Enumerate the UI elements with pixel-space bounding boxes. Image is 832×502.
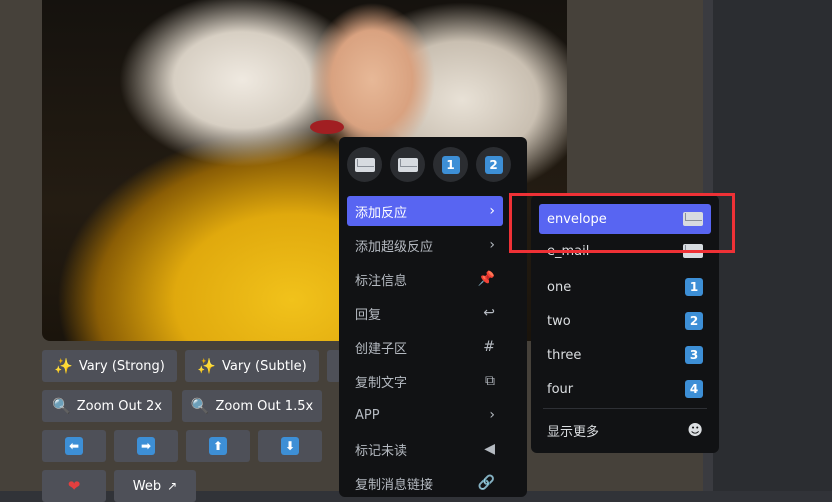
menu-copy-text[interactable]: 复制文字 ⧉ xyxy=(347,366,503,396)
menu-add-super-reaction[interactable]: 添加超级反应 › xyxy=(347,230,503,260)
keycap-two-icon: 2 xyxy=(484,155,503,174)
copy-icon: ⧉ xyxy=(485,373,495,389)
heart-icon: ❤ xyxy=(67,476,81,495)
pan-left-button[interactable]: ⬅ xyxy=(42,430,106,462)
menu-create-thread[interactable]: 创建子区 # xyxy=(347,332,503,362)
arrow-up-icon: ⬆ xyxy=(209,437,227,455)
menu-reply[interactable]: 回复 ↩ xyxy=(347,298,503,328)
vary-strong-button[interactable]: ✨ Vary (Strong) xyxy=(42,350,177,382)
message-context-menu: 1 2 添加反应 › 添加超级反应 › 标注信息 📌 回复 ↩ 创建子区 # 复… xyxy=(339,137,527,497)
pin-icon: 📌 xyxy=(477,271,495,287)
reaction-option-three[interactable]: three 3 xyxy=(539,340,711,370)
keycap-four-icon: 4 xyxy=(685,380,703,398)
sparkles-icon: ✨ xyxy=(197,356,217,375)
show-more-reactions[interactable]: 显示更多 ☻ xyxy=(539,415,711,445)
quick-reaction-one[interactable]: 1 xyxy=(433,147,468,182)
external-link-icon: ↗ xyxy=(167,479,178,493)
magnifier-icon: 🔍 xyxy=(190,396,210,415)
thread-icon: # xyxy=(483,339,495,355)
reply-icon: ↩ xyxy=(483,305,495,321)
keycap-three-icon: 3 xyxy=(685,346,703,364)
arrow-left-icon: ⬅ xyxy=(65,437,83,455)
menu-pin-message[interactable]: 标注信息 📌 xyxy=(347,264,503,294)
quick-reaction-envelope[interactable] xyxy=(347,147,382,182)
add-emoji-icon: ☻ xyxy=(687,421,703,439)
web-link-button[interactable]: Web ↗ xyxy=(114,470,196,502)
keycap-one-icon: 1 xyxy=(685,278,703,296)
favorite-button[interactable]: ❤ xyxy=(42,470,106,502)
e-mail-icon xyxy=(397,157,418,172)
reaction-option-two[interactable]: two 2 xyxy=(539,306,711,336)
mark-unread-icon: ◀ xyxy=(484,441,495,457)
chevron-right-icon: › xyxy=(489,407,495,423)
pan-down-button[interactable]: ⬇ xyxy=(258,430,322,462)
chevron-right-icon: › xyxy=(489,237,495,253)
zoom-out-1-5x-button[interactable]: 🔍 Zoom Out 1.5x xyxy=(182,390,322,422)
menu-mark-unread[interactable]: 标记未读 ◀ xyxy=(347,434,503,464)
pan-right-button[interactable]: ➡ xyxy=(114,430,178,462)
chevron-right-icon: › xyxy=(489,203,495,219)
sparkles-icon: ✨ xyxy=(54,356,73,375)
divider xyxy=(543,408,707,409)
image-detail xyxy=(310,120,344,134)
keycap-two-icon: 2 xyxy=(685,312,703,330)
keycap-one-icon: 1 xyxy=(441,155,460,174)
menu-copy-message-link[interactable]: 复制消息链接 🔗 xyxy=(347,468,503,498)
pan-up-button[interactable]: ⬆ xyxy=(186,430,250,462)
reaction-option-one[interactable]: one 1 xyxy=(539,272,711,302)
vary-subtle-button[interactable]: ✨ Vary (Subtle) xyxy=(185,350,319,382)
annotation-highlight-box xyxy=(509,193,735,253)
menu-add-reaction[interactable]: 添加反应 › xyxy=(347,196,503,226)
arrow-right-icon: ➡ xyxy=(137,437,155,455)
arrow-down-icon: ⬇ xyxy=(281,437,299,455)
quick-reaction-row: 1 2 xyxy=(347,147,511,182)
envelope-icon xyxy=(354,157,375,172)
magnifier-icon: 🔍 xyxy=(52,396,71,415)
quick-reaction-e-mail[interactable] xyxy=(390,147,425,182)
quick-reaction-two[interactable]: 2 xyxy=(476,147,511,182)
link-icon: 🔗 xyxy=(477,475,495,491)
zoom-out-2x-button[interactable]: 🔍 Zoom Out 2x xyxy=(42,390,172,422)
reaction-option-four[interactable]: four 4 xyxy=(539,374,711,404)
menu-apps[interactable]: APP › xyxy=(347,400,503,430)
